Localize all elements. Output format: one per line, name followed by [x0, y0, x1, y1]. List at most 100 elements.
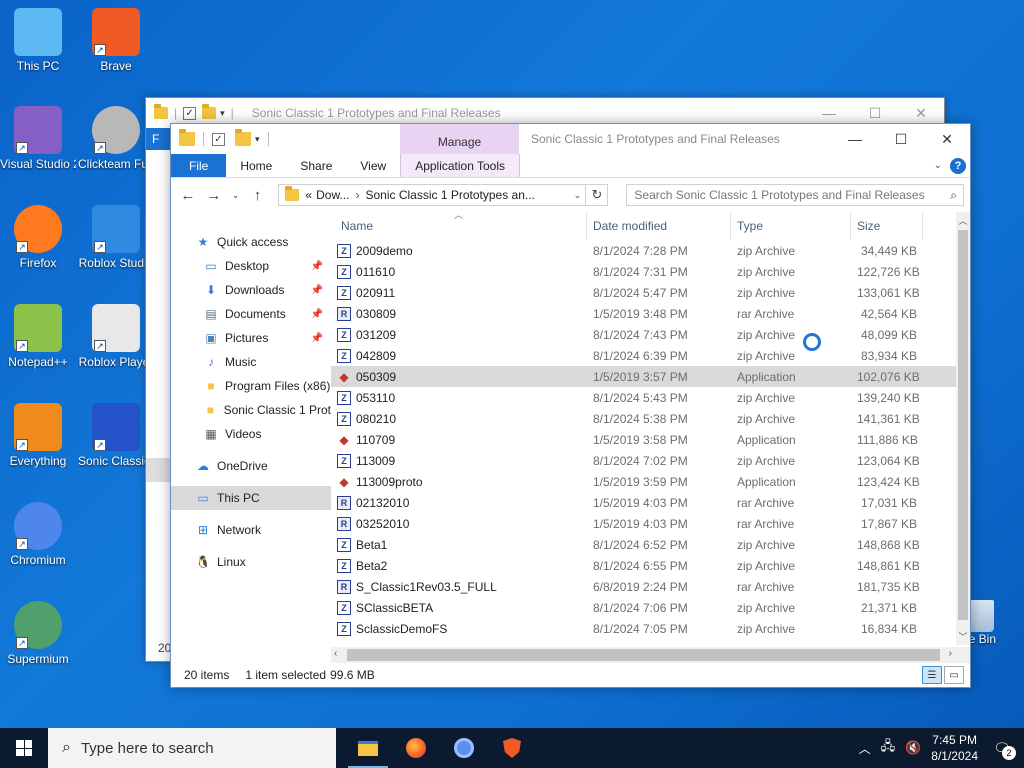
horizontal-scrollbar[interactable]: ‹ ›	[331, 647, 970, 663]
scroll-up-icon[interactable]: ︿	[956, 214, 970, 227]
breadcrumb-downloads[interactable]: Dow...	[316, 188, 349, 202]
action-center-button[interactable]: 🗨 2	[988, 734, 1016, 762]
desktop-icon-brave[interactable]: ↗ Brave	[78, 8, 154, 73]
pin-icon[interactable]: 📌	[311, 285, 323, 296]
file-row[interactable]: Z SclassicDemoFS 8/1/2024 7:05 PM zip Archi…	[331, 618, 970, 639]
nav-item-downloads[interactable]: ⬇ Downloads 📌	[171, 278, 331, 302]
desktop-icon-roblox-studio[interactable]: ↗ Roblox Studio	[78, 205, 154, 270]
file-row[interactable]: R 030809 1/5/2019 3:48 PM rar Archive 42,564…	[331, 303, 970, 324]
desktop-icon-firefox[interactable]: ↗ Firefox	[0, 205, 76, 270]
tab-file[interactable]: File	[171, 154, 227, 177]
tab-home[interactable]: Home	[226, 154, 286, 177]
scroll-down-icon[interactable]: ﹀	[956, 630, 970, 643]
column-header-size[interactable]: Size	[851, 212, 923, 240]
minimize-button[interactable]: —	[806, 105, 852, 122]
nav-item-music[interactable]: ♪ Music	[171, 350, 331, 374]
customize-qat-chevron-icon[interactable]: ▾	[255, 134, 260, 145]
recent-locations-chevron-icon[interactable]: ⌄	[229, 190, 243, 201]
column-header-type[interactable]: Type	[731, 212, 851, 240]
nav-item-sonic-classic-1-prot[interactable]: ■ Sonic Classic 1 Prot	[171, 398, 331, 422]
nav-item-documents[interactable]: ▤ Documents 📌	[171, 302, 331, 326]
taskbar-chromium[interactable]	[440, 728, 488, 768]
desktop-icon-roblox-player[interactable]: ↗ Roblox Player	[78, 304, 154, 369]
nav-item-program-files-x86[interactable]: ■ Program Files (x86)	[171, 374, 331, 398]
details-view-icon[interactable]: ☰	[922, 666, 942, 684]
tab-share[interactable]: Share	[286, 154, 346, 177]
tab-view[interactable]: View	[346, 154, 400, 177]
nav-item-linux[interactable]: 🐧 Linux	[171, 550, 331, 574]
start-button[interactable]	[0, 728, 48, 768]
file-row[interactable]: ◆ 050309 1/5/2019 3:57 PM Application 102,07…	[331, 366, 970, 387]
expand-ribbon-chevron-icon[interactable]: ⌄	[934, 160, 942, 171]
file-row[interactable]: Z Beta2 8/1/2024 6:55 PM zip Archive 148,861…	[331, 555, 970, 576]
pin-icon[interactable]: 📌	[311, 333, 323, 344]
manage-contextual-tab[interactable]: Manage	[400, 124, 519, 154]
desktop-icon-chromium[interactable]: ↗ Chromium	[0, 502, 76, 567]
desktop-icon-supermium[interactable]: ↗ Supermium	[0, 601, 76, 666]
file-row[interactable]: Z SClassicBETA 8/1/2024 7:06 PM zip Archive…	[331, 597, 970, 618]
show-hidden-icons-chevron-icon[interactable]: ︿	[859, 740, 871, 757]
help-icon[interactable]: ?	[950, 157, 966, 174]
desktop-icon-notepad-plus-plus[interactable]: ↗ Notepad++	[0, 304, 76, 369]
nav-item-network[interactable]: ⊞ Network	[171, 518, 331, 542]
taskbar-search-box[interactable]: ⌕ Type here to search	[48, 728, 336, 768]
horizontal-scrollbar-thumb[interactable]	[347, 649, 940, 661]
desktop-icon-computer[interactable]: This PC	[0, 8, 76, 73]
nav-item-videos[interactable]: ▦ Videos	[171, 422, 331, 446]
vertical-scrollbar-thumb[interactable]	[958, 230, 968, 620]
vertical-scrollbar[interactable]: ︿ ﹀	[956, 212, 970, 645]
file-row[interactable]: Z 031209 8/1/2024 7:43 PM zip Archive 48,099…	[331, 324, 970, 345]
nav-item-desktop[interactable]: ▭ Desktop 📌	[171, 254, 331, 278]
file-row[interactable]: Z 011610 8/1/2024 7:31 PM zip Archive 122,72…	[331, 261, 970, 282]
network-icon[interactable]: 🖧	[881, 737, 896, 759]
file-explorer-window[interactable]: ✓ ▾ Manage Sonic Classic 1 Prototypes an…	[170, 123, 971, 688]
large-icons-view-icon[interactable]: ▭	[944, 666, 964, 684]
pin-icon[interactable]: 📌	[311, 309, 323, 320]
scroll-left-icon[interactable]: ‹	[334, 648, 337, 659]
file-row[interactable]: R 02132010 1/5/2019 4:03 PM rar Archive 17,0…	[331, 492, 970, 513]
volume-muted-icon[interactable]: 🔇	[905, 740, 921, 756]
desktop-icon-everything-search[interactable]: ↗ Everything	[0, 403, 76, 468]
up-button[interactable]: ↑	[247, 187, 269, 204]
scroll-right-icon[interactable]: ›	[949, 648, 952, 659]
properties-icon[interactable]: ✓	[212, 132, 225, 146]
taskbar-brave[interactable]	[488, 728, 536, 768]
file-row[interactable]: Z 080210 8/1/2024 5:38 PM zip Archive 141,36…	[331, 408, 970, 429]
column-header-date[interactable]: Date modified	[587, 212, 731, 240]
desktop-icon-sonic[interactable]: ↗ Sonic Classic...	[78, 403, 154, 468]
pin-icon[interactable]: 📌	[311, 261, 323, 272]
file-row[interactable]: R 03252010 1/5/2019 4:03 PM rar Archive 17,8…	[331, 513, 970, 534]
close-button[interactable]: ✕	[924, 124, 970, 154]
window-titlebar[interactable]: ✓ ▾ Manage Sonic Classic 1 Prototypes an…	[171, 124, 970, 154]
address-bar[interactable]: « Dow... › Sonic Classic 1 Prototypes an…	[278, 184, 609, 206]
file-row[interactable]: Z Beta1 8/1/2024 6:52 PM zip Archive 148,868…	[331, 534, 970, 555]
file-row[interactable]: Z 2009demo 8/1/2024 7:28 PM zip Archive 34,4…	[331, 240, 970, 261]
tab-application-tools[interactable]: Application Tools	[400, 154, 521, 177]
back-button[interactable]: ←	[177, 187, 199, 204]
file-row[interactable]: Z 053110 8/1/2024 5:43 PM zip Archive 139,24…	[331, 387, 970, 408]
chevron-right-icon[interactable]: ›	[355, 188, 359, 202]
nav-item-pictures[interactable]: ▣ Pictures 📌	[171, 326, 331, 350]
address-dropdown-chevron-icon[interactable]: ⌄	[569, 190, 585, 201]
breadcrumb-current-folder[interactable]: Sonic Classic 1 Prototypes an...	[365, 188, 534, 202]
taskbar-firefox[interactable]	[392, 728, 440, 768]
file-row[interactable]: ◆ 113009proto 1/5/2019 3:59 PM Application 1…	[331, 471, 970, 492]
clock[interactable]: 7:45 PM 8/1/2024	[931, 732, 978, 764]
file-row[interactable]: Z 113009 8/1/2024 7:02 PM zip Archive 123,06…	[331, 450, 970, 471]
desktop-icon-clickteam[interactable]: ↗ Clickteam Fusion 2.5...	[78, 106, 154, 171]
taskbar-file-explorer[interactable]	[344, 728, 392, 768]
forward-button[interactable]: →	[203, 187, 225, 204]
file-row[interactable]: R S_Classic1Rev03.5_FULL 6/8/2019 2:24 PM r…	[331, 576, 970, 597]
file-row[interactable]: ◆ 110709 1/5/2019 3:58 PM Application 111,88…	[331, 429, 970, 450]
desktop-icon-visual-studio[interactable]: ↗ Visual Studio 2017	[0, 106, 76, 171]
maximize-button[interactable]: ☐	[852, 105, 898, 122]
nav-item-this-pc[interactable]: ▭ This PC	[171, 486, 331, 510]
refresh-button[interactable]: ↻	[585, 185, 607, 205]
file-row[interactable]: Z 020911 8/1/2024 5:47 PM zip Archive 133,06…	[331, 282, 970, 303]
maximize-button[interactable]: ☐	[878, 124, 924, 154]
new-folder-icon[interactable]	[235, 129, 251, 146]
minimize-button[interactable]: —	[832, 124, 878, 154]
address-overflow[interactable]: «	[305, 188, 312, 202]
close-button[interactable]: ✕	[898, 105, 944, 122]
search-input[interactable]: Search Sonic Classic 1 Prototypes and Fi…	[626, 184, 964, 206]
